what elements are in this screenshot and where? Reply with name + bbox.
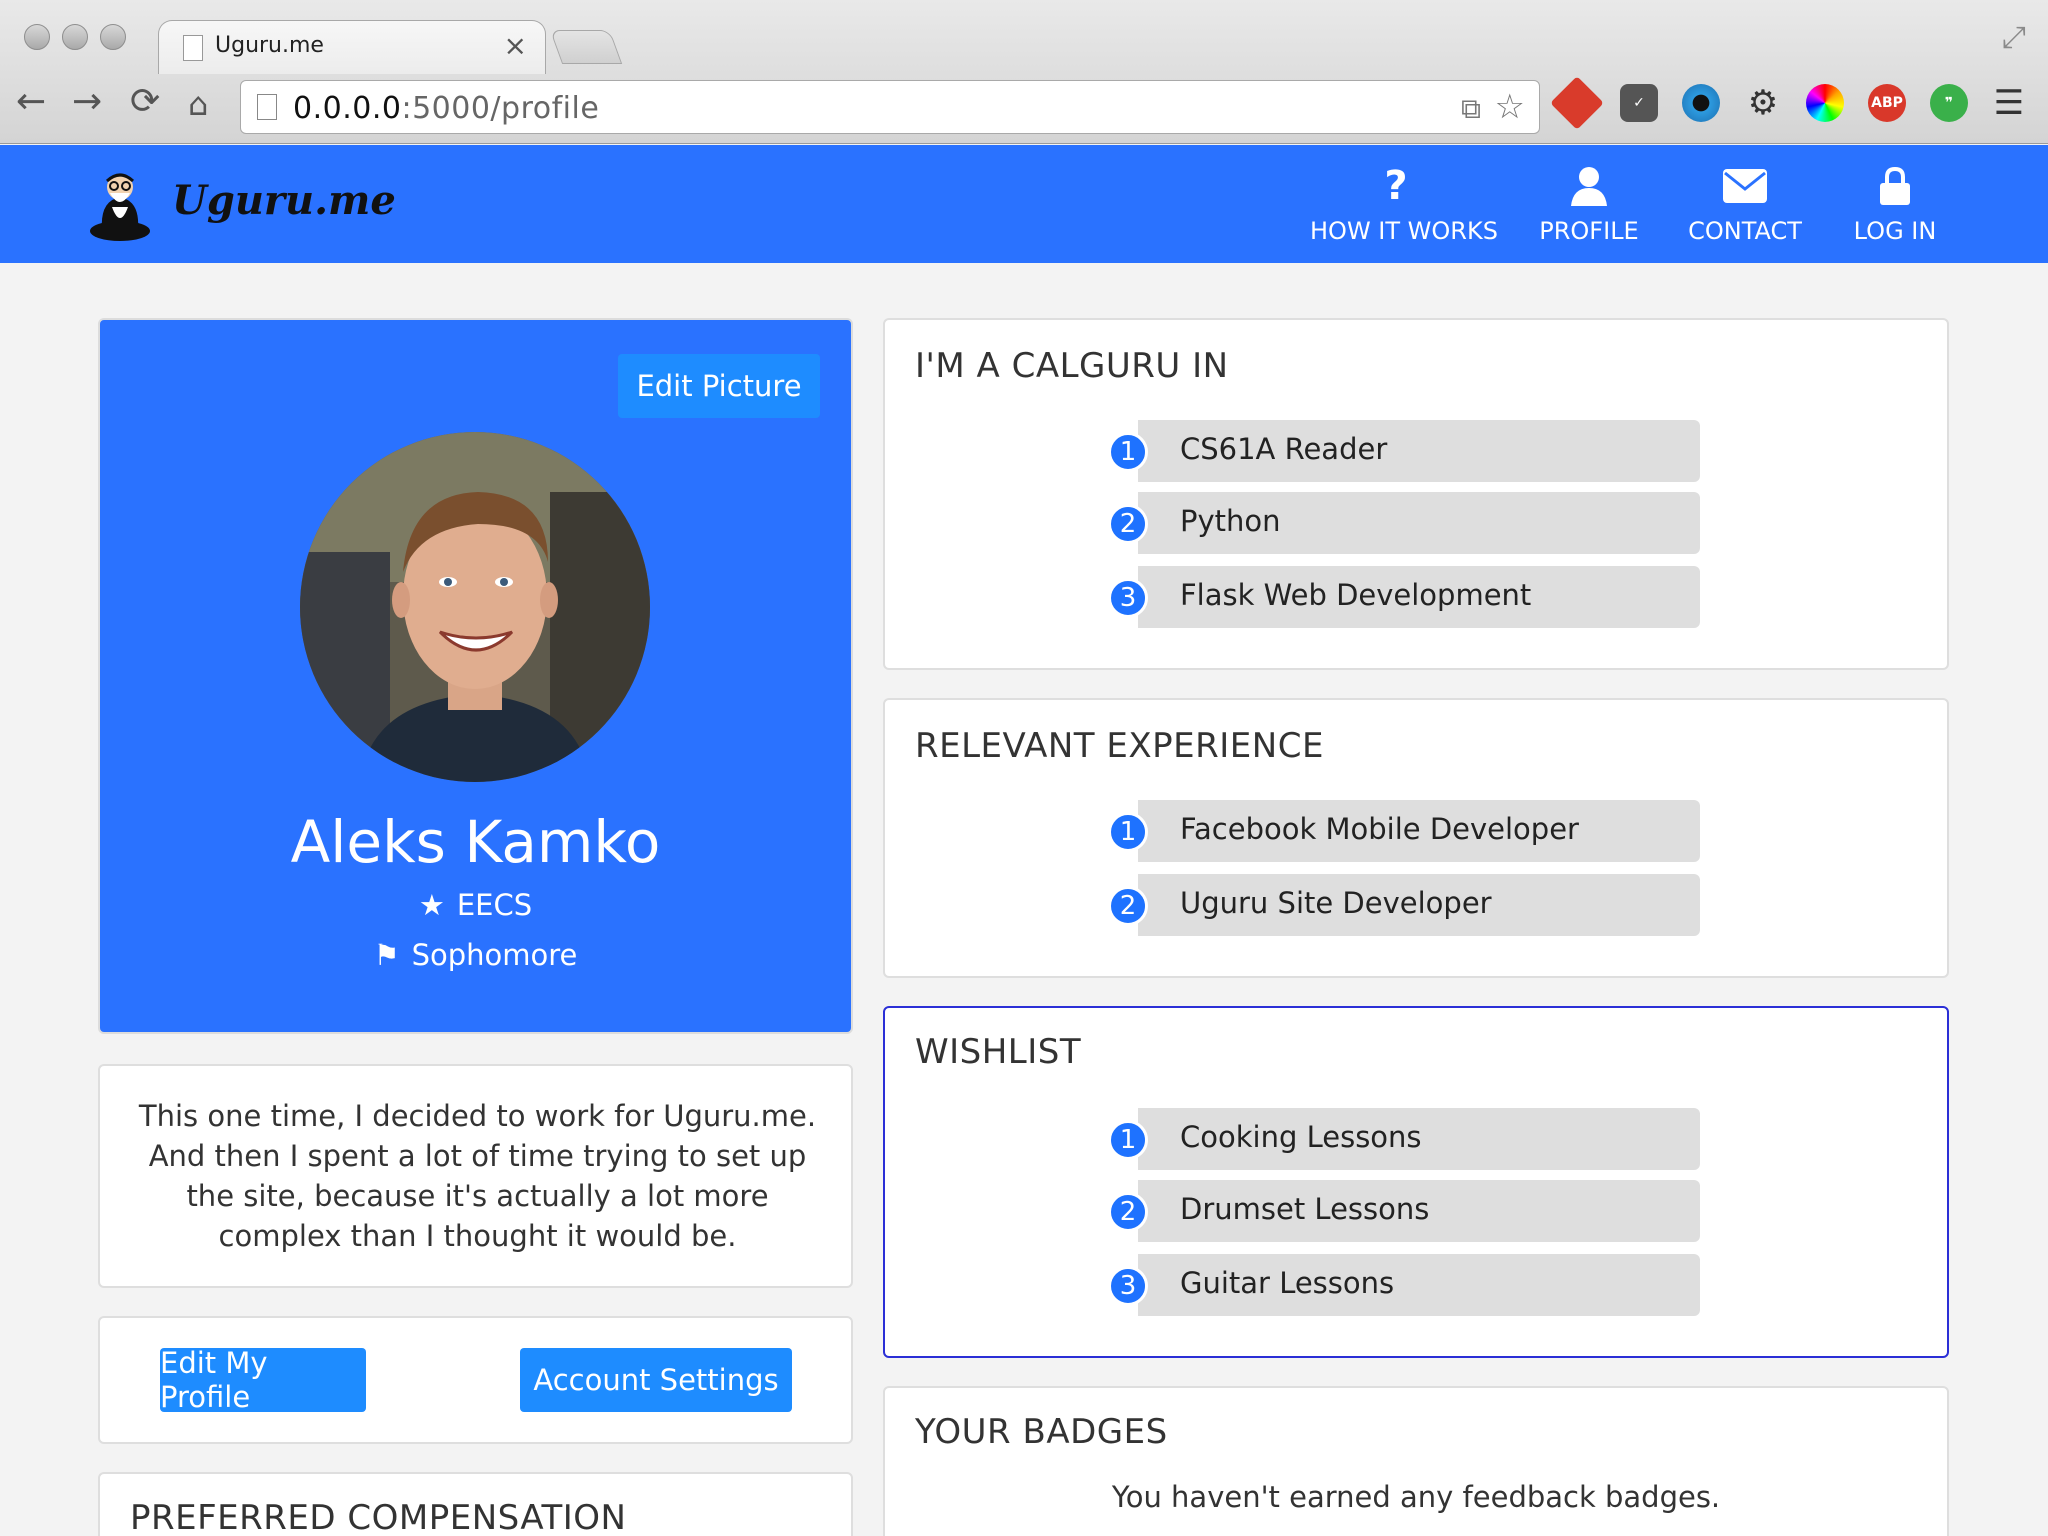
question-icon: ? xyxy=(1384,163,1408,209)
minimize-window-button[interactable] xyxy=(62,24,88,50)
item-label: Guitar Lessons xyxy=(1180,1266,1395,1300)
reload-icon[interactable]: ⟳ xyxy=(130,84,160,120)
item-number-badge: 2 xyxy=(1108,504,1148,544)
new-tab-button[interactable] xyxy=(549,30,623,64)
color-wheel-icon[interactable] xyxy=(1806,84,1844,122)
list-item: 1 Cooking Lessons xyxy=(1108,1108,1700,1170)
list-item: 2 Python xyxy=(1108,492,1700,554)
compensation-title: PREFERRED COMPENSATION xyxy=(130,1498,627,1536)
item-number-badge: 1 xyxy=(1108,1120,1148,1160)
item-label: Uguru Site Developer xyxy=(1180,886,1492,920)
envelope-icon xyxy=(1723,169,1767,203)
year-label: Sophomore xyxy=(411,938,578,972)
profile-avatar[interactable] xyxy=(300,432,650,782)
experience-title: RELEVANT EXPERIENCE xyxy=(915,726,1324,766)
profile-year: ⚑ Sophomore xyxy=(100,938,851,972)
compensation-card: PREFERRED COMPENSATION xyxy=(98,1472,853,1536)
bookmark-star-icon[interactable]: ☆ xyxy=(1495,87,1525,127)
item-number-badge: 1 xyxy=(1108,432,1148,472)
list-item: 3 Flask Web Development xyxy=(1108,566,1700,628)
flag-icon: ⚑ xyxy=(373,938,400,972)
adblock-icon[interactable]: ABP xyxy=(1868,84,1906,122)
item-number-badge: 2 xyxy=(1108,886,1148,926)
address-bar[interactable]: 0.0.0.0:5000/profile ⧉ ☆ xyxy=(240,80,1540,134)
nav-label: PROFILE xyxy=(1539,217,1639,245)
list-item: 3 Guitar Lessons xyxy=(1108,1254,1700,1316)
list-item: 1 Facebook Mobile Developer xyxy=(1108,800,1700,862)
major-label: EECS xyxy=(456,888,533,922)
item-label: Flask Web Development xyxy=(1180,578,1532,612)
zoom-window-button[interactable] xyxy=(100,24,126,50)
nav-label: CONTACT xyxy=(1688,217,1802,245)
url-text[interactable]: 0.0.0.0:5000/profile xyxy=(293,91,599,126)
profile-name: Aleks Kamko xyxy=(290,808,661,876)
item-number-badge: 3 xyxy=(1108,1266,1148,1306)
list-item: 1 CS61A Reader xyxy=(1108,420,1700,482)
account-settings-button[interactable]: Account Settings xyxy=(520,1348,792,1412)
bio-text: This one time, I decided to work for Ugu… xyxy=(138,1099,817,1253)
adblock-label: ABP xyxy=(1871,95,1903,111)
back-arrow-icon[interactable]: ← xyxy=(16,84,46,120)
forward-arrow-icon[interactable]: → xyxy=(72,84,102,120)
browser-tab[interactable]: Uguru.me × xyxy=(158,20,546,74)
nav-profile[interactable]: PROFILE xyxy=(1530,163,1648,245)
item-label: Cooking Lessons xyxy=(1180,1120,1422,1154)
badges-empty-text: You haven't earned any feedback badges. xyxy=(1111,1480,1721,1514)
badges-card: YOUR BADGES You haven't earned any feedb… xyxy=(883,1386,1949,1536)
fullscreen-icon[interactable]: ⤢ xyxy=(2002,20,2026,55)
lock-icon xyxy=(1880,167,1910,205)
page-favicon-icon xyxy=(183,35,203,61)
close-window-button[interactable] xyxy=(24,24,50,50)
item-label: Facebook Mobile Developer xyxy=(1180,812,1579,846)
item-label: CS61A Reader xyxy=(1180,432,1388,466)
nav-label: LOG IN xyxy=(1853,217,1937,245)
page-icon xyxy=(257,94,277,120)
profile-major: ★ EECS xyxy=(100,888,851,922)
tab-title: Uguru.me xyxy=(215,33,324,58)
list-item: 2 Uguru Site Developer xyxy=(1108,874,1700,936)
user-icon xyxy=(1571,167,1607,206)
menu-icon[interactable]: ☰ xyxy=(1990,83,2028,123)
item-number-badge: 1 xyxy=(1108,812,1148,852)
edit-profile-button[interactable]: Edit My Profile xyxy=(160,1346,366,1414)
item-number-badge: 2 xyxy=(1108,1192,1148,1232)
extension-red-burst-icon[interactable] xyxy=(1550,76,1604,130)
list-item: 2 Drumset Lessons xyxy=(1108,1180,1700,1242)
item-number-badge: 3 xyxy=(1108,578,1148,618)
profile-actions-card: Edit My Profile Account Settings xyxy=(98,1316,853,1444)
wishlist-title: WISHLIST xyxy=(915,1032,1082,1072)
item-label: Python xyxy=(1180,504,1281,538)
edit-picture-button[interactable]: Edit Picture xyxy=(618,354,820,418)
nav-label: HOW IT WORKS xyxy=(1310,217,1498,245)
chat-icon[interactable]: ❞ xyxy=(1930,84,1968,122)
eye-icon[interactable] xyxy=(1682,84,1720,122)
badges-title: YOUR BADGES xyxy=(915,1412,1168,1452)
star-icon: ★ xyxy=(418,888,445,922)
home-icon[interactable]: ⌂ xyxy=(188,88,208,120)
item-label: Drumset Lessons xyxy=(1180,1192,1430,1226)
calguru-title: I'M A CALGURU IN xyxy=(915,346,1229,386)
nav-log-in[interactable]: LOG IN xyxy=(1850,163,1940,245)
pocket-icon[interactable]: ✓ xyxy=(1620,84,1658,122)
browser-chrome: Uguru.me × ⤢ ← → ⟳ ⌂ 0.0.0.0:5000/profil… xyxy=(0,0,2048,144)
guru-logo-icon[interactable] xyxy=(88,167,152,241)
nav-contact[interactable]: CONTACT xyxy=(1688,163,1802,245)
translate-icon[interactable]: ⧉ xyxy=(1461,92,1481,126)
site-navbar: Uguru.me ? HOW IT WORKS PROFILE CONTACT … xyxy=(0,145,2048,263)
profile-card: Edit Picture Aleks Kamko ★ EECS ⚑ Sophom… xyxy=(98,318,853,1034)
bio-card: This one time, I decided to work for Ugu… xyxy=(98,1064,853,1288)
tab-close-icon[interactable]: × xyxy=(504,29,527,62)
nav-how-it-works[interactable]: ? HOW IT WORKS xyxy=(1310,163,1498,245)
gear-icon[interactable]: ⚙ xyxy=(1744,83,1782,123)
site-logo-text[interactable]: Uguru.me xyxy=(172,177,396,224)
